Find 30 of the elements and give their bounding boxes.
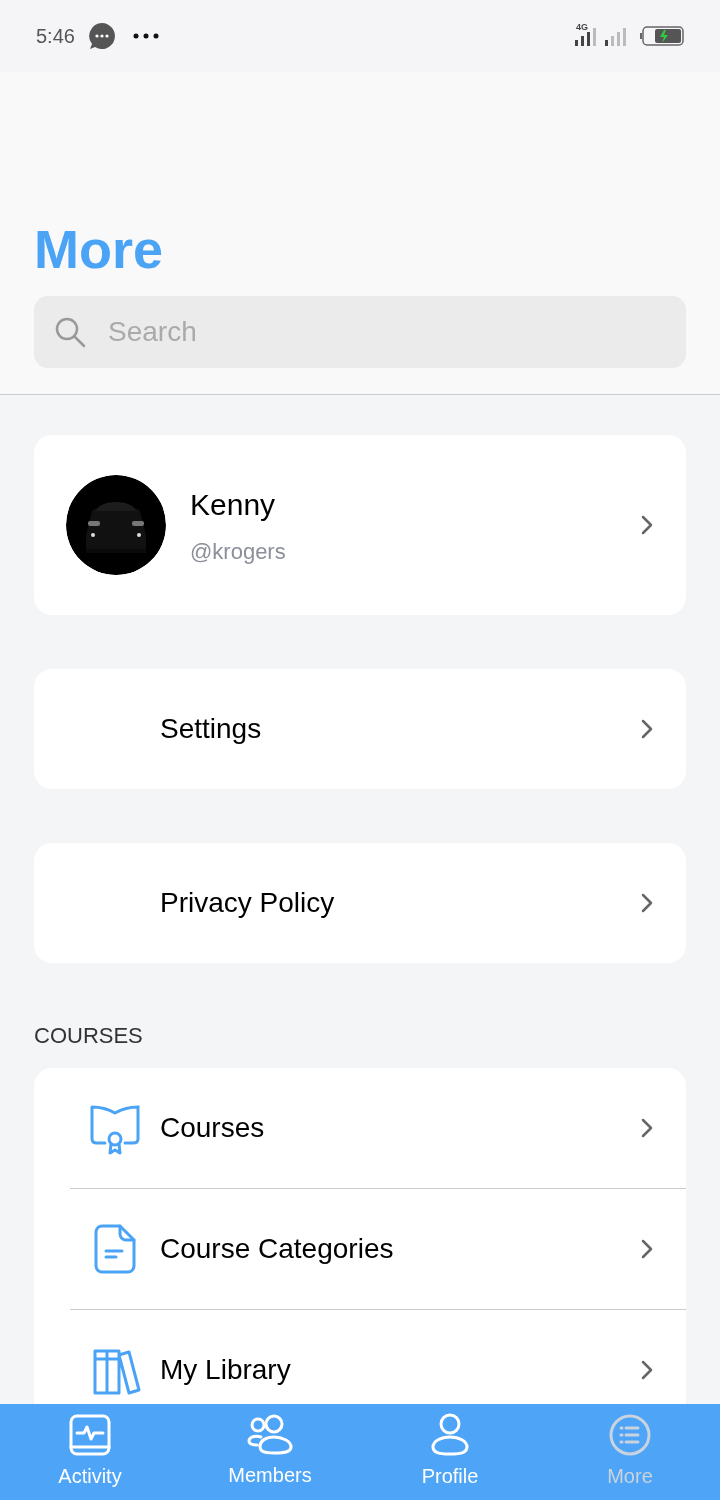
section-heading: COURSES — [34, 1022, 144, 1050]
activity-icon — [68, 1413, 112, 1457]
status-time: 5:46 — [36, 24, 75, 49]
chevron-right-icon — [640, 1116, 654, 1140]
chevron-right-icon — [640, 1358, 654, 1382]
chevron-right-icon — [640, 1237, 654, 1261]
search-icon — [54, 316, 86, 348]
chevron-right-icon — [640, 513, 654, 537]
menu-item[interactable]: My Library — [70, 1310, 686, 1404]
group-icon — [247, 1414, 293, 1456]
more-dots-icon — [132, 33, 159, 39]
search-field[interactable]: Search — [34, 296, 686, 368]
signal-icon — [574, 26, 596, 46]
chevron-right-icon — [640, 891, 654, 915]
network-label: 4G — [576, 21, 588, 35]
profile-name: Kenny — [190, 487, 277, 523]
menu-item[interactable]: Privacy Policy — [34, 843, 686, 963]
menu-icon — [608, 1413, 652, 1457]
person-icon — [430, 1413, 470, 1457]
page-title: More — [34, 222, 164, 276]
menu-item[interactable]: Settings — [34, 669, 686, 789]
chat-bubble-icon — [86, 21, 117, 51]
document-icon — [94, 1224, 136, 1274]
signal-icon — [604, 26, 628, 46]
profile-handle: @krogers — [190, 538, 287, 566]
chevron-right-icon — [640, 717, 654, 741]
menu-item[interactable]: Course Categories — [70, 1189, 686, 1309]
menu-item[interactable]: Courses — [70, 1068, 686, 1188]
battery-icon — [640, 26, 684, 46]
profile-card[interactable]: Kenny @krogers — [34, 435, 686, 615]
